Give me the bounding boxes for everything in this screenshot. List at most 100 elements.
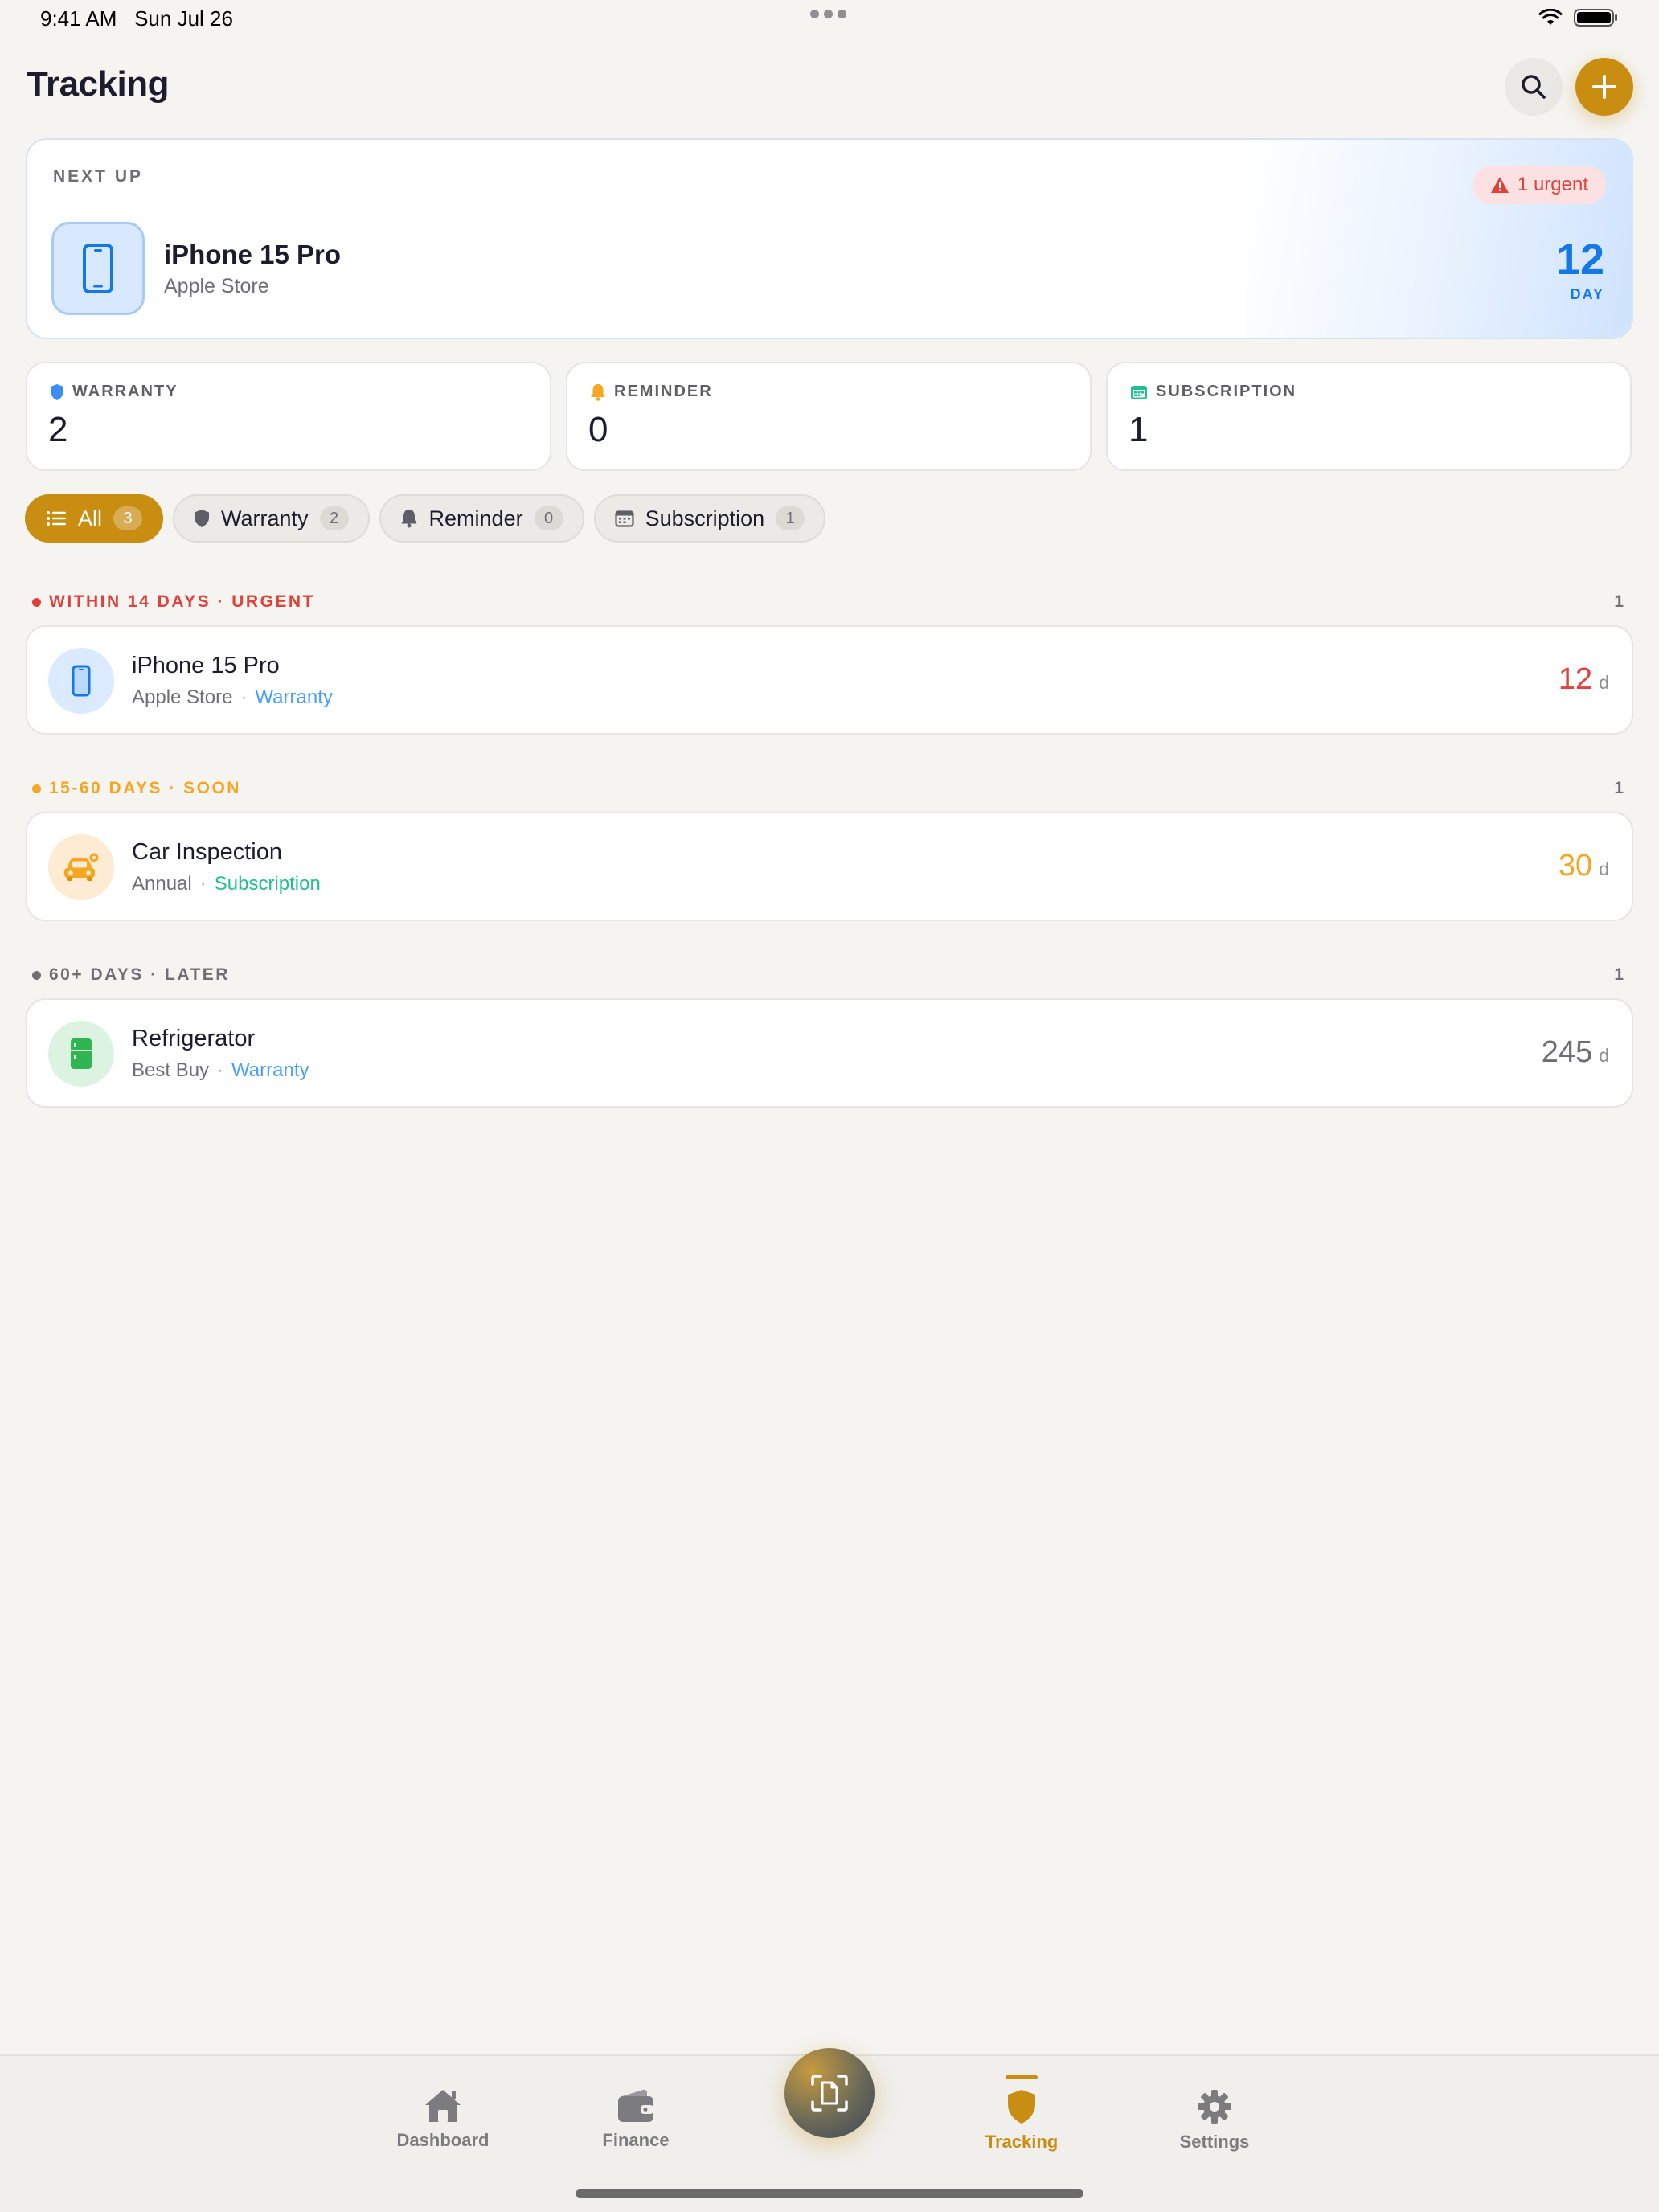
filter-chip-count: 0	[534, 506, 563, 530]
section-title: WITHIN 14 DAYS · URGENT	[49, 592, 315, 611]
search-button[interactable]	[1505, 58, 1563, 116]
section-header-urgent: WITHIN 14 DAYS · URGENT 1	[32, 590, 1624, 614]
item-days-value: 245	[1541, 1035, 1593, 1069]
item-days-value: 12	[1558, 662, 1593, 696]
status-dot	[32, 970, 41, 980]
multitasking-dots[interactable]	[810, 10, 846, 18]
item-category: Warranty	[255, 686, 333, 708]
shield-icon	[1008, 2090, 1035, 2124]
section-count: 1	[1614, 592, 1624, 611]
item-days-unit: d	[1599, 1045, 1609, 1066]
scan-button[interactable]	[784, 2048, 875, 2138]
section-count: 1	[1614, 779, 1624, 797]
item-subtitle: Best Buy · Warranty	[132, 1059, 309, 1081]
urgent-badge-text: 1 urgent	[1517, 174, 1588, 195]
gear-icon	[1198, 2090, 1231, 2124]
filter-chip-count: 1	[776, 506, 805, 530]
next-up-title: iPhone 15 Pro	[164, 240, 342, 269]
next-up-unit: DAY	[1570, 286, 1604, 302]
tab-finance[interactable]: Finance	[571, 2088, 700, 2151]
wifi-icon	[1538, 9, 1563, 25]
stat-label-warranty: WARRANTY	[72, 383, 178, 400]
search-icon	[1522, 75, 1546, 99]
item-days-unit: d	[1599, 858, 1609, 879]
section-header-later: 60+ DAYS · LATER 1	[32, 963, 1624, 987]
tab-label: Tracking	[985, 2132, 1059, 2152]
calendar-icon	[1131, 385, 1147, 399]
status-icons	[1538, 8, 1619, 27]
list-item[interactable]: Refrigerator Best Buy · Warranty 245 d	[26, 998, 1633, 1108]
item-source: Annual	[132, 873, 192, 895]
urgent-badge[interactable]: 1 urgent	[1472, 166, 1606, 204]
stat-value-reminder: 0	[588, 410, 608, 449]
refrigerator-icon	[48, 1021, 114, 1087]
house-icon	[425, 2090, 461, 2122]
item-days: 245 d	[1542, 1035, 1609, 1070]
stat-label-subscription: SUBSCRIPTION	[1156, 383, 1297, 400]
tab-tracking[interactable]: Tracking	[957, 2075, 1086, 2153]
section-title: 60+ DAYS · LATER	[49, 965, 230, 984]
stat-value-warranty: 2	[48, 410, 68, 449]
shield-icon	[195, 510, 210, 527]
tab-label: Finance	[602, 2130, 670, 2150]
section-header-soon: 15-60 DAYS · SOON 1	[32, 776, 1624, 801]
filter-chip-label: Reminder	[428, 506, 523, 530]
car-icon	[48, 834, 114, 900]
add-button[interactable]	[1575, 58, 1633, 116]
filter-chip-count: 3	[113, 506, 143, 530]
calendar-icon	[614, 510, 634, 527]
filter-chip-subscription[interactable]: Subscription 1	[593, 494, 826, 543]
filter-chip-reminder[interactable]: Reminder 0	[379, 494, 584, 543]
filter-chips: All 3 Warranty 2 Reminder 0 Subscription…	[25, 494, 826, 543]
item-days-unit: d	[1599, 672, 1609, 693]
section-count: 1	[1614, 965, 1624, 984]
active-tab-indicator	[1006, 2075, 1038, 2079]
filter-chip-label: Subscription	[645, 506, 765, 530]
status-bar: 9:41 AM Sun Jul 26	[0, 0, 1659, 40]
battery-icon	[1574, 9, 1617, 27]
clock-time: 9:41 AM	[40, 6, 117, 31]
bell-icon	[591, 383, 605, 401]
filter-chip-warranty[interactable]: Warranty 2	[173, 494, 370, 543]
iphone-icon	[51, 222, 145, 315]
list-icon	[47, 511, 66, 526]
tab-settings[interactable]: Settings	[1150, 2088, 1279, 2153]
status-dot	[32, 597, 41, 607]
tab-label: Settings	[1179, 2132, 1250, 2152]
next-up-label: NEXT UP	[53, 167, 144, 186]
shield-icon	[51, 383, 63, 400]
item-source: Apple Store	[132, 686, 233, 708]
section-title: 15-60 DAYS · SOON	[49, 779, 241, 797]
item-subtitle: Annual · Subscription	[132, 873, 321, 895]
list-item[interactable]: iPhone 15 Pro Apple Store · Warranty 12 …	[26, 625, 1633, 735]
item-title: iPhone 15 Pro	[132, 653, 280, 678]
next-up-days: 12	[1555, 236, 1604, 284]
plus-icon	[1592, 75, 1616, 99]
home-indicator[interactable]	[576, 2189, 1083, 2198]
clock-date: Sun Jul 26	[134, 6, 233, 31]
stat-value-subscription: 1	[1129, 410, 1149, 449]
next-up-subtitle: Apple Store	[164, 275, 269, 297]
stat-card-reminder[interactable]: REMINDER 0	[566, 362, 1092, 471]
item-source: Best Buy	[132, 1059, 210, 1081]
warning-icon	[1490, 177, 1509, 193]
stat-label-reminder: REMINDER	[614, 383, 713, 400]
item-category: Warranty	[231, 1059, 309, 1081]
stat-card-subscription[interactable]: SUBSCRIPTION 1	[1106, 362, 1632, 471]
item-category: Subscription	[214, 873, 321, 895]
next-up-card[interactable]: NEXT UP 1 urgent iPhone 15 Pro Apple Sto…	[26, 138, 1633, 339]
item-title: Refrigerator	[132, 1026, 256, 1051]
tab-dashboard[interactable]: Dashboard	[379, 2088, 507, 2151]
bell-icon	[401, 510, 417, 528]
list-item[interactable]: Car Inspection Annual · Subscription 30 …	[26, 812, 1633, 921]
page-title: Tracking	[27, 64, 169, 104]
wallet-icon	[618, 2089, 653, 2122]
item-days: 12 d	[1559, 662, 1609, 697]
tab-label: Dashboard	[396, 2130, 490, 2150]
item-title: Car Inspection	[132, 839, 282, 865]
iphone-icon	[48, 648, 114, 714]
stat-card-warranty[interactable]: WARRANTY 2	[26, 362, 551, 471]
item-days-value: 30	[1558, 849, 1593, 883]
filter-chip-label: All	[78, 506, 103, 530]
filter-chip-all[interactable]: All 3	[25, 494, 164, 543]
